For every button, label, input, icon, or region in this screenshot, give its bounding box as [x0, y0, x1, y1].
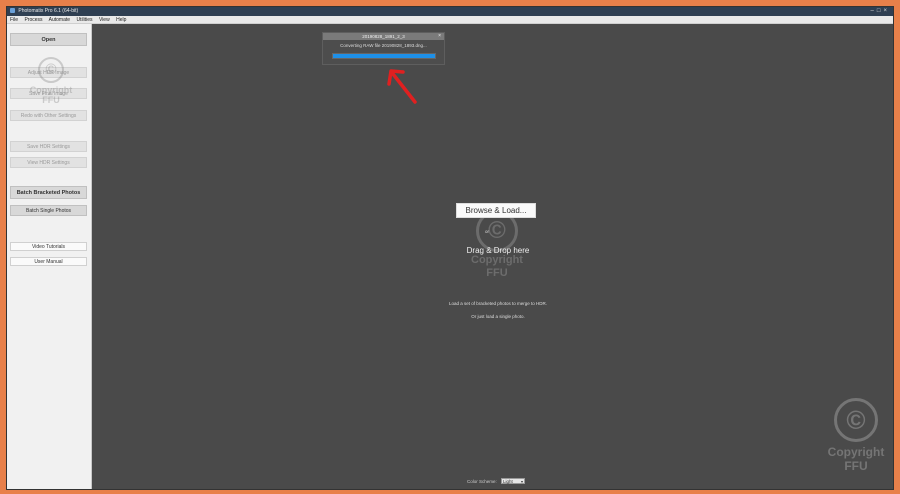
- menu-bar: File Process Automate Utilities View Hel…: [7, 16, 893, 24]
- workflow-sidebar: Open Adjust HDR Image Save Final Image R…: [7, 24, 92, 489]
- copyright-icon: ©: [38, 57, 64, 83]
- color-scheme-label: Color Scheme:: [467, 479, 497, 484]
- menu-file[interactable]: File: [10, 17, 18, 23]
- menu-help[interactable]: Help: [116, 17, 126, 23]
- app-icon: [10, 8, 15, 14]
- video-tutorials-button[interactable]: Video Tutorials: [10, 242, 87, 251]
- sidebar-watermark: © Copyright FFU: [21, 57, 81, 105]
- watermark-line1: Copyright: [471, 254, 523, 266]
- main-drop-area[interactable]: 20190828_1891_2_3 × Converting RAW file …: [93, 24, 893, 489]
- user-manual-button[interactable]: User Manual: [10, 257, 87, 266]
- watermark-line2: FFU: [486, 267, 508, 279]
- watermark-line2: FFU: [844, 459, 868, 473]
- view-hdr-settings-button[interactable]: View HDR Settings: [10, 157, 87, 168]
- menu-process[interactable]: Process: [24, 17, 42, 23]
- batch-single-button[interactable]: Batch Single Photos: [10, 205, 87, 216]
- conversion-progress-dialog: 20190828_1891_2_3 × Converting RAW file …: [322, 32, 445, 65]
- menu-view[interactable]: View: [99, 17, 110, 23]
- dialog-message: Converting RAW file 20190828_1893.dng...: [340, 43, 427, 48]
- color-scheme-value: Light: [503, 479, 513, 484]
- or-label: or: [485, 229, 490, 234]
- hint-bracketed: Load a set of bracketed photos to merge …: [448, 301, 548, 306]
- hint-single: Or just load a single photo.: [471, 314, 525, 319]
- open-button[interactable]: Open: [10, 33, 87, 46]
- dialog-title: 20190828_1891_2_3: [362, 34, 405, 39]
- annotation-arrow-icon: [387, 69, 417, 104]
- menu-automate[interactable]: Automate: [49, 17, 70, 23]
- app-window: Photomatix Pro 6.1 (64-bit) –□× File Pro…: [6, 6, 894, 490]
- color-scheme-control: Color Scheme: Light ▾: [467, 478, 526, 484]
- browse-load-button[interactable]: Browse & Load...: [456, 203, 536, 218]
- close-icon[interactable]: ×: [438, 33, 441, 40]
- menu-utilities[interactable]: Utilities: [76, 17, 92, 23]
- copyright-icon: ©: [834, 398, 878, 442]
- title-bar: Photomatix Pro 6.1 (64-bit) –□×: [7, 7, 893, 16]
- redo-settings-button[interactable]: Redo with Other Settings: [10, 110, 87, 121]
- window-controls[interactable]: –□×: [871, 7, 890, 16]
- dialog-title-bar: 20190828_1891_2_3 ×: [323, 33, 444, 40]
- window-title: Photomatix Pro 6.1 (64-bit): [18, 8, 79, 14]
- watermark-line1: Copyright: [827, 445, 885, 459]
- chevron-down-icon: ▾: [521, 479, 524, 484]
- corner-watermark: © Copyright FFU: [807, 398, 893, 473]
- progress-fill: [333, 54, 435, 58]
- save-hdr-settings-button[interactable]: Save HDR Settings: [10, 141, 87, 152]
- watermark-line1: Copyright: [29, 85, 73, 95]
- drag-drop-label: Drag & Drop here: [466, 246, 530, 255]
- watermark-line2: FFU: [42, 95, 60, 105]
- center-watermark: © Copyright FFU: [455, 210, 539, 280]
- batch-bracketed-button[interactable]: Batch Bracketed Photos: [10, 186, 87, 199]
- color-scheme-select[interactable]: Light ▾: [501, 478, 526, 484]
- progress-bar: [332, 53, 436, 59]
